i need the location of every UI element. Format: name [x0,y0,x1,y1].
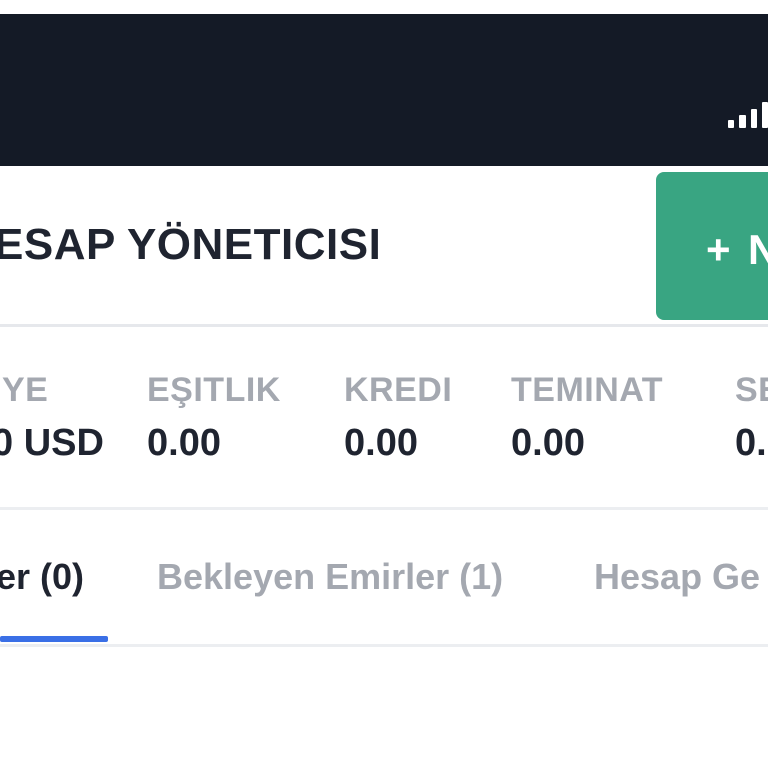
stat-equity: EŞITLIK 0.00 [147,371,281,465]
stat-margin: TEMINAT 0.00 [511,371,663,465]
active-tab-indicator [0,636,108,642]
signal-bars-icon [728,100,768,128]
stat-value: 0 USD [0,422,104,464]
account-header: ESAP YÖNETICISI + N [0,166,768,327]
stat-value: 0.00 [511,422,585,464]
new-account-button[interactable]: + N [656,172,768,320]
tab-account-history[interactable]: Hesap Ge [594,556,760,598]
orders-tabs: er (0) Bekleyen Emirler (1) Hesap Ge [0,510,768,647]
stat-label: KREDI [344,371,453,409]
tab-pending-orders[interactable]: Bekleyen Emirler (1) [157,556,503,598]
stat-value: 0.00 [147,422,221,464]
stat-label: SE [735,371,768,409]
stat-label: IYE [0,371,49,409]
stat-label: TEMINAT [511,371,664,409]
stat-credit: KREDI 0.00 [344,371,452,465]
stat-value: 0.00 [344,422,418,464]
tab-open-orders[interactable]: er (0) [0,556,84,598]
plus-icon: + [706,226,731,273]
stat-free-margin: SE 0. [735,371,768,465]
stat-balance: IYE 0 USD [0,371,104,465]
page-title: ESAP YÖNETICISI [0,220,382,269]
stat-value: 0. [735,422,767,464]
new-account-button-label: N [748,226,768,273]
stat-label: EŞITLIK [147,371,281,409]
account-stats: IYE 0 USD EŞITLIK 0.00 KREDI 0.00 TEMINA… [0,327,768,510]
status-bar [0,14,768,166]
